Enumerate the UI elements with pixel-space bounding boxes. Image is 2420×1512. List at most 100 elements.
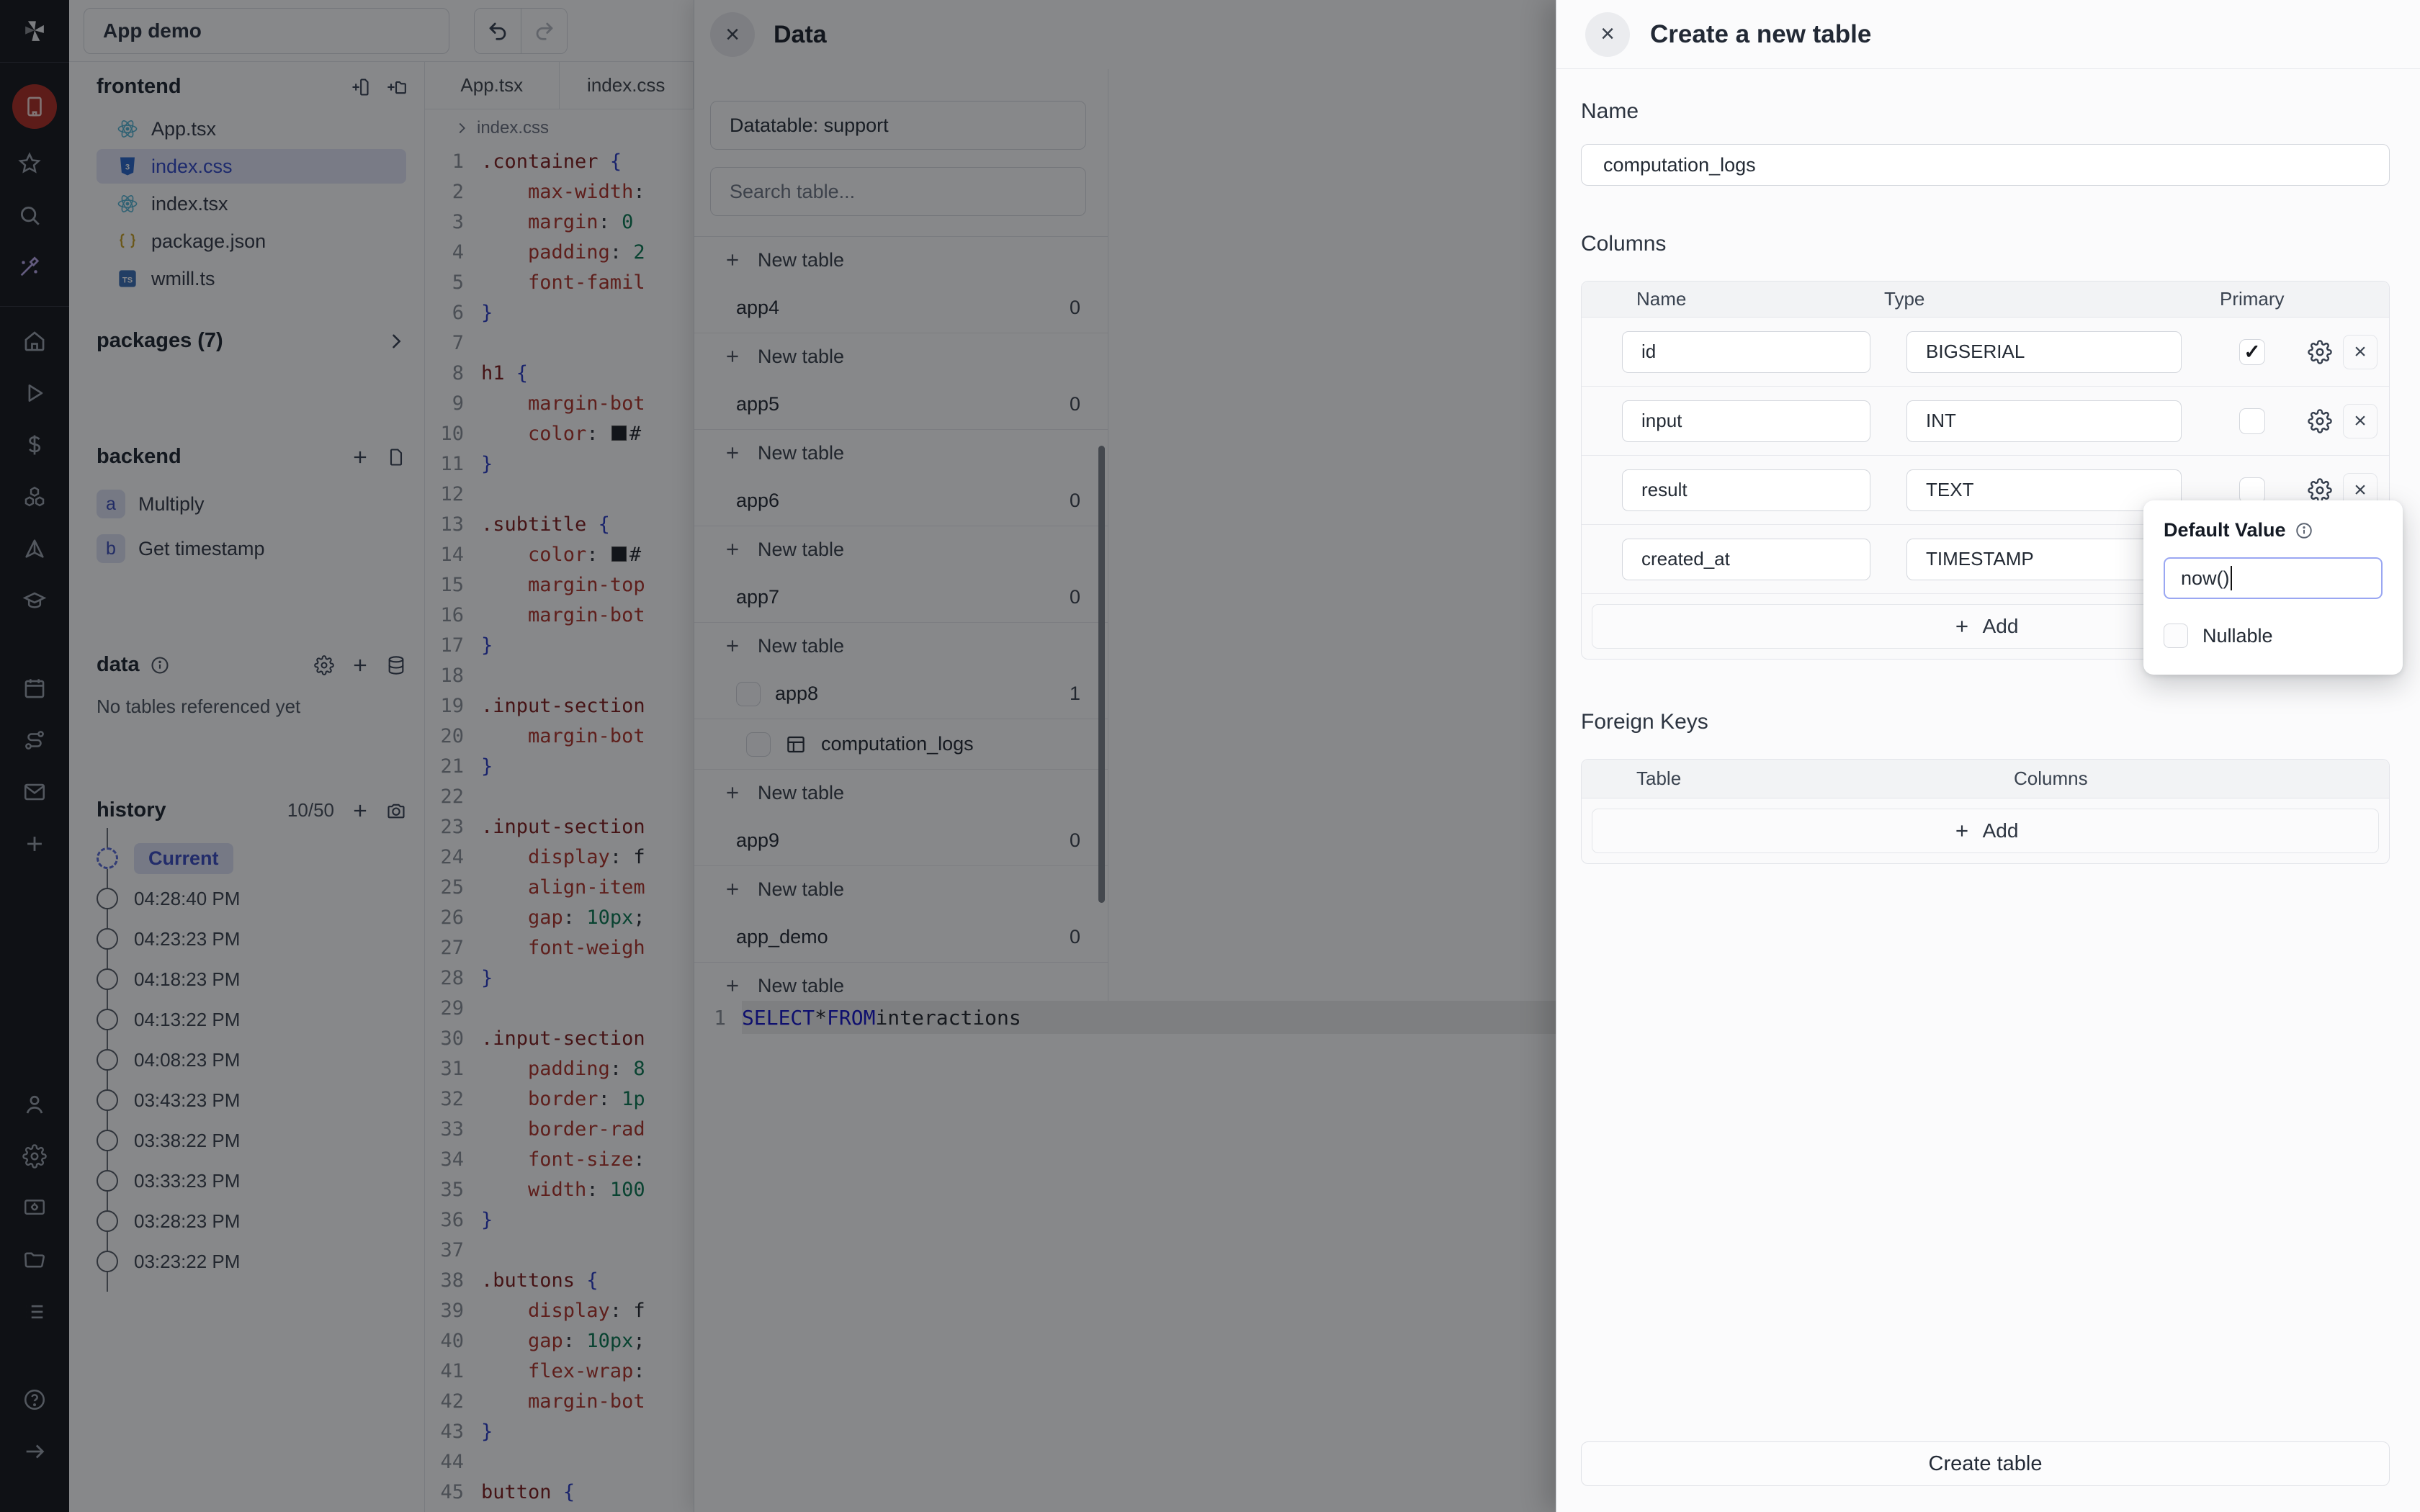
code-area[interactable]: 1.container {2 max-width:3 margin: 04 pa…	[425, 147, 694, 1512]
mail-icon[interactable]	[17, 775, 52, 809]
star-icon[interactable]	[12, 146, 47, 181]
table-row-app_demo[interactable]: app_demo0	[694, 912, 1108, 963]
arrow-right-icon[interactable]	[17, 1434, 52, 1469]
packages-row[interactable]: packages (7)	[97, 329, 406, 353]
nullable-checkbox[interactable]	[2164, 624, 2188, 648]
home-icon[interactable]	[17, 324, 52, 359]
column-type-input[interactable]: TIMESTAMP	[1906, 539, 2182, 580]
sql-editor[interactable]: 1 SELECT * FROM interactions	[694, 1001, 1556, 1034]
dollar-icon[interactable]	[17, 428, 52, 462]
add-icon[interactable]	[350, 447, 370, 467]
new-table-button[interactable]: New table	[694, 963, 1108, 1001]
redo-button[interactable]	[521, 9, 567, 53]
new-table-button[interactable]: New table	[694, 237, 1108, 283]
windmill-logo-icon[interactable]	[16, 13, 53, 50]
add-file-icon[interactable]	[350, 77, 370, 97]
history-item[interactable]: 04:28:40 PM	[97, 878, 406, 919]
monitor-gear-icon[interactable]	[17, 1191, 52, 1225]
play-icon[interactable]	[17, 376, 52, 410]
new-table-button[interactable]: New table	[694, 430, 1108, 476]
history-item[interactable]: 04:13:22 PM	[97, 999, 406, 1040]
close-icon[interactable]: ×	[1585, 12, 1630, 57]
file-item-wmill-ts[interactable]: TSwmill.ts	[97, 261, 406, 296]
column-type-input[interactable]: TEXT	[1906, 469, 2182, 511]
add-icon[interactable]	[350, 655, 370, 675]
magic-wand-icon[interactable]	[12, 250, 47, 284]
file-item-index-css[interactable]: 3index.css	[97, 149, 406, 184]
table-row-computation_logs[interactable]: computation_logs	[694, 719, 1108, 770]
help-icon[interactable]	[17, 1382, 52, 1417]
table-row-app9[interactable]: app90	[694, 816, 1108, 866]
file-item-App-tsx[interactable]: App.tsx	[97, 112, 406, 146]
table-row-app8[interactable]: app81	[694, 669, 1108, 719]
column-name-input[interactable]: id	[1622, 331, 1870, 373]
history-item[interactable]: 03:38:22 PM	[97, 1120, 406, 1161]
new-table-button[interactable]: New table	[694, 526, 1108, 572]
scrollbar-thumb[interactable]	[1098, 446, 1105, 903]
new-table-button[interactable]: New table	[694, 623, 1108, 669]
table-checkbox[interactable]	[736, 682, 761, 706]
history-item[interactable]: 03:23:22 PM	[97, 1241, 406, 1282]
tab-index-css[interactable]: index.css	[560, 62, 694, 109]
file-item-package-json[interactable]: package.json	[97, 224, 406, 258]
search-icon[interactable]	[12, 198, 47, 233]
add-icon[interactable]	[350, 801, 370, 821]
history-item[interactable]: 04:18:23 PM	[97, 959, 406, 999]
column-type-input[interactable]: INT	[1906, 400, 2182, 442]
table-row-app5[interactable]: app50	[694, 379, 1108, 430]
calendar-icon[interactable]	[17, 671, 52, 706]
table-row-app4[interactable]: app40	[694, 283, 1108, 333]
history-item[interactable]: 04:08:23 PM	[97, 1040, 406, 1080]
new-table-button[interactable]: New table	[694, 333, 1108, 379]
table-checkbox[interactable]	[746, 732, 771, 757]
folder-icon[interactable]	[17, 1243, 52, 1277]
column-settings-gear-icon[interactable]	[2303, 404, 2337, 438]
primary-checkbox[interactable]	[2239, 477, 2265, 503]
route-icon[interactable]	[17, 723, 52, 757]
undo-button[interactable]	[475, 9, 521, 53]
file-item-index-tsx[interactable]: index.tsx	[97, 186, 406, 221]
create-table-button[interactable]: Create table	[1581, 1441, 2390, 1486]
history-item[interactable]: 03:43:23 PM	[97, 1080, 406, 1120]
table-row-app6[interactable]: app60	[694, 476, 1108, 526]
new-table-button[interactable]: New table	[694, 866, 1108, 912]
add-folder-icon[interactable]	[386, 77, 406, 97]
default-value-input[interactable]: now()	[2164, 557, 2383, 599]
column-name-input[interactable]: input	[1622, 400, 1870, 442]
column-name-input[interactable]: created_at	[1622, 539, 1870, 580]
gear-icon[interactable]	[17, 1139, 52, 1174]
primary-checkbox[interactable]	[2239, 408, 2265, 434]
table-name-input[interactable]: computation_logs	[1581, 144, 2390, 186]
plus-icon[interactable]	[17, 827, 52, 861]
column-name-input[interactable]: result	[1622, 469, 1870, 511]
history-item-current[interactable]: Current	[97, 838, 406, 878]
camera-icon[interactable]	[386, 801, 406, 821]
new-table-button[interactable]: New table	[694, 770, 1108, 816]
file-icon[interactable]	[386, 447, 406, 467]
history-item[interactable]: 03:33:23 PM	[97, 1161, 406, 1201]
search-table-input[interactable]: Search table...	[710, 167, 1086, 216]
delete-column-icon[interactable]: ×	[2343, 335, 2378, 369]
send-icon[interactable]	[17, 531, 52, 566]
app-name-input[interactable]: App demo	[84, 8, 449, 54]
backend-item-b[interactable]: bGet timestamp	[97, 528, 406, 570]
person-icon[interactable]	[17, 1087, 52, 1122]
delete-column-icon[interactable]: ×	[2343, 404, 2378, 438]
add-foreign-key-button[interactable]: Add	[1592, 809, 2379, 853]
table-row-app7[interactable]: app70	[694, 572, 1108, 623]
column-type-input[interactable]: BIGSERIAL	[1906, 331, 2182, 373]
history-item[interactable]: 03:28:23 PM	[97, 1201, 406, 1241]
graduation-cap-icon[interactable]	[17, 583, 52, 618]
breadcrumb[interactable]: index.css	[425, 109, 694, 147]
primary-checkbox[interactable]: ✓	[2239, 339, 2265, 365]
database-icon[interactable]	[386, 655, 406, 675]
workspace-icon[interactable]	[12, 84, 57, 129]
cubes-icon[interactable]	[17, 480, 52, 514]
datatable-selector[interactable]: Datatable: support	[710, 101, 1086, 150]
list-icon[interactable]	[17, 1295, 52, 1329]
gear-icon[interactable]	[314, 655, 334, 675]
close-icon[interactable]: ×	[710, 12, 755, 57]
tab-app-tsx[interactable]: App.tsx	[425, 62, 560, 109]
backend-item-a[interactable]: aMultiply	[97, 483, 406, 525]
column-settings-gear-icon[interactable]	[2303, 335, 2337, 369]
